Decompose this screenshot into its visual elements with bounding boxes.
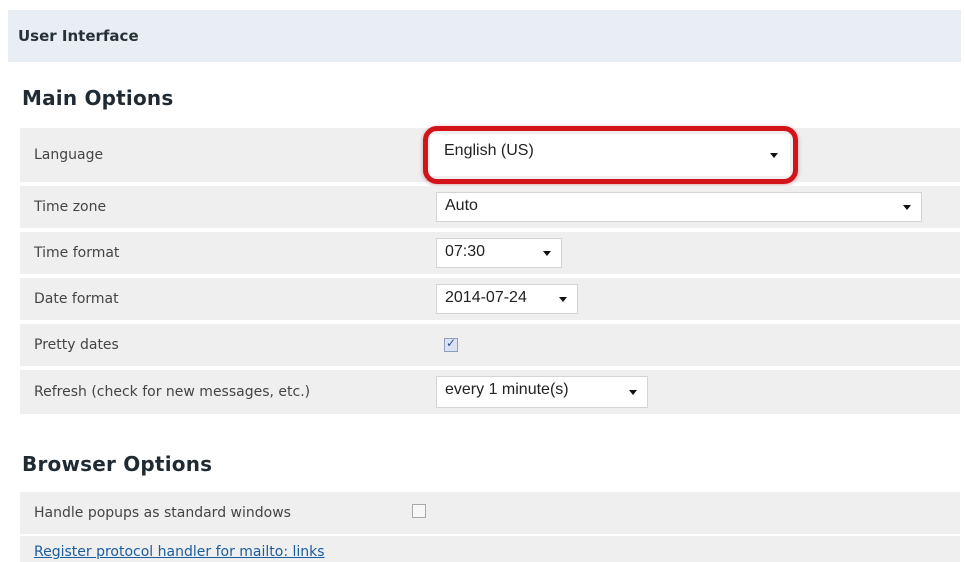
pretty-dates-checkbox[interactable]: ✓ <box>444 336 458 352</box>
time-format-select[interactable]: 07:30 <box>436 238 562 268</box>
handle-popups-label: Handle popups as standard windows <box>34 505 291 521</box>
chevron-down-icon <box>559 297 567 302</box>
language-value: English (US) <box>444 142 534 159</box>
date-format-select[interactable]: 2014-07-24 <box>436 284 578 314</box>
pretty-dates-row: Pretty dates <box>20 324 960 366</box>
page-title: User Interface <box>18 27 139 45</box>
chevron-down-icon <box>903 205 911 210</box>
date-format-label: Date format <box>34 291 119 307</box>
handle-popups-row: Handle popups as standard windows <box>20 492 960 534</box>
refresh-value: every 1 minute(s) <box>445 381 569 398</box>
pretty-dates-label: Pretty dates <box>34 337 119 353</box>
time-format-value: 07:30 <box>445 243 486 260</box>
language-select[interactable]: English (US) <box>430 134 790 176</box>
time-format-label: Time format <box>34 245 120 261</box>
chevron-down-icon <box>629 390 637 395</box>
checkmark-icon: ✓ <box>446 336 457 350</box>
time-zone-value: Auto <box>445 197 478 214</box>
chevron-down-icon <box>543 251 551 256</box>
register-protocol-handler-link[interactable]: Register protocol handler for mailto: li… <box>34 544 325 560</box>
browser-options-heading: Browser Options <box>22 452 213 476</box>
time-zone-label: Time zone <box>34 199 107 215</box>
refresh-label: Refresh (check for new messages, etc.) <box>34 384 311 400</box>
handle-popups-checkbox[interactable] <box>412 504 426 518</box>
main-options-heading: Main Options <box>22 86 174 110</box>
refresh-select[interactable]: every 1 minute(s) <box>436 376 648 408</box>
date-format-value: 2014-07-24 <box>445 289 527 306</box>
time-zone-select[interactable]: Auto <box>436 192 922 222</box>
chevron-down-icon <box>770 153 778 158</box>
header-bar: User Interface <box>8 10 961 62</box>
language-label: Language <box>34 147 104 163</box>
